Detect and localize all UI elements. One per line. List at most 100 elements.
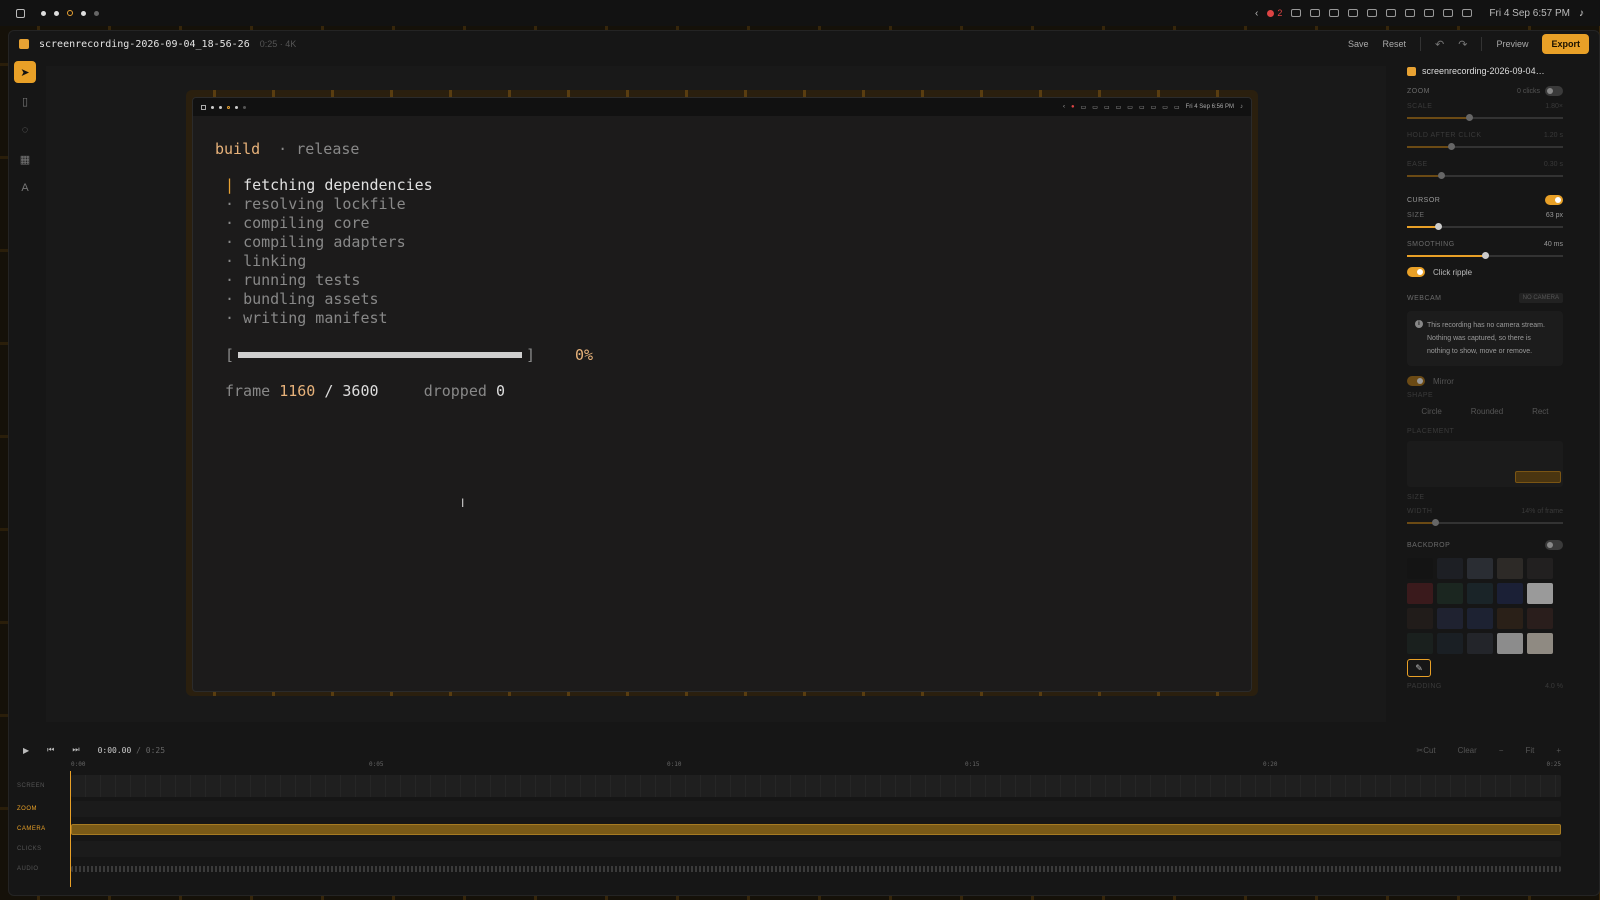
hide-icon[interactable]: ◌ (14, 119, 36, 141)
build-step: · linking (225, 252, 593, 271)
backdrop-swatch[interactable] (1437, 633, 1463, 654)
cursor-toggle[interactable] (1545, 195, 1563, 205)
save-button[interactable]: Save (1348, 39, 1369, 49)
battery-icon[interactable] (1405, 9, 1416, 17)
zoom-toggle[interactable] (1545, 86, 1563, 96)
network-icon[interactable] (1329, 9, 1340, 17)
bluetooth-icon[interactable] (1386, 9, 1397, 17)
backdrop-swatch[interactable] (1407, 583, 1433, 604)
backdrop-swatch[interactable] (1467, 608, 1493, 629)
backdrop-swatch[interactable] (1527, 583, 1553, 604)
grid-icon[interactable]: ▦ (14, 148, 36, 170)
build-step: · running tests (225, 271, 593, 290)
shape-option[interactable]: Rounded (1471, 407, 1503, 416)
backdrop-swatch[interactable] (1527, 633, 1553, 654)
backdrop-swatch[interactable] (1527, 558, 1553, 579)
backdrop-swatch[interactable] (1497, 583, 1523, 604)
camera-icon[interactable] (1348, 9, 1359, 17)
playhead[interactable] (70, 771, 71, 887)
notification-icon[interactable] (1267, 9, 1275, 17)
ease-slider[interactable] (1407, 172, 1563, 179)
timeline-track: ZOOM (9, 799, 1561, 819)
workspace-dot[interactable] (94, 10, 99, 16)
backdrop-swatch[interactable] (1407, 558, 1433, 579)
placement-grid[interactable] (1407, 441, 1563, 487)
backdrop-swatch[interactable] (1437, 558, 1463, 579)
track-lane[interactable] (71, 801, 1561, 817)
shape-option[interactable]: Circle (1421, 407, 1441, 416)
backdrop-swatch[interactable] (1497, 558, 1523, 579)
smoothing-slider[interactable] (1407, 252, 1563, 259)
track-lane[interactable] (71, 866, 1561, 872)
fullscreen-icon[interactable] (16, 8, 25, 18)
step-text: running tests (243, 271, 361, 289)
backdrop-swatch[interactable] (1437, 608, 1463, 629)
cloud-icon[interactable] (1367, 9, 1378, 17)
backdrop-swatch[interactable] (1497, 608, 1523, 629)
mirror-toggle[interactable] (1407, 376, 1425, 386)
fit-button[interactable]: Fit (1525, 746, 1534, 755)
backdrop-swatch[interactable] (1497, 633, 1523, 654)
export-button[interactable]: Export (1542, 34, 1589, 54)
shape-label: SHAPE (1407, 392, 1434, 399)
play-icon[interactable]: ▶ (23, 746, 29, 755)
step-text: bundling assets (243, 290, 379, 308)
time-ruler[interactable]: 0:00 0:05 0:10 0:15 0:20 0:25 (71, 761, 1561, 773)
width-slider[interactable] (1407, 519, 1563, 526)
reset-button[interactable]: Reset (1383, 39, 1407, 49)
clear-button[interactable]: Clear (1458, 746, 1477, 755)
webcam-label: WEBCAM (1407, 294, 1442, 302)
build-steps: | fetching dependencies · resolving lockf… (225, 176, 593, 328)
bell-icon[interactable]: ♪ (1579, 8, 1584, 19)
track-lane[interactable] (71, 841, 1561, 857)
cut-button[interactable]: ✂Cut (1416, 746, 1435, 755)
notification-count: 2 (1277, 8, 1283, 18)
clock[interactable]: Fri 4 Sep 6:57 PM (1489, 8, 1570, 19)
backdrop-label: BACKDROP (1407, 541, 1451, 549)
preview-button[interactable]: Preview (1496, 39, 1528, 49)
workspace-dot[interactable] (41, 10, 46, 16)
zoom-in-button[interactable]: + (1556, 746, 1561, 755)
backdrop-swatch[interactable] (1527, 608, 1553, 629)
pointer-icon[interactable]: ➤ (14, 61, 36, 83)
divider (1420, 37, 1422, 51)
placement-position[interactable] (1515, 471, 1561, 483)
step-marker: · (225, 252, 235, 270)
skip-back-icon[interactable]: ⏮ (47, 745, 54, 755)
redo-icon[interactable]: ↷ (1458, 38, 1467, 51)
backdrop-swatch[interactable] (1467, 583, 1493, 604)
scale-slider[interactable] (1407, 114, 1563, 121)
width-value: 14% of frame (1521, 508, 1563, 515)
volume-icon[interactable] (1424, 9, 1435, 17)
text-icon[interactable]: A (14, 177, 36, 199)
backdrop-swatch[interactable] (1467, 633, 1493, 654)
eyedropper-icon[interactable]: ✎ (1407, 659, 1431, 677)
undo-icon[interactable]: ↶ (1435, 38, 1444, 51)
click-ripple-toggle[interactable] (1407, 267, 1425, 277)
backdrop-swatch[interactable] (1467, 558, 1493, 579)
track-lane[interactable] (71, 823, 1561, 835)
backdrop-toggle[interactable] (1545, 540, 1563, 550)
preview-canvas[interactable]: ‹ ● ▭ ▭ ▭ ▭ ▭ ▭ ▭ ▭ ▭ Fri 4 Sep 6:56 PM ♪ build · … (46, 66, 1386, 722)
display-icon[interactable] (1310, 9, 1321, 17)
crop-icon[interactable]: ▯ (14, 90, 36, 112)
step-text: compiling core (243, 214, 370, 232)
shape-selector[interactable]: Circle Rounded Rect (1407, 407, 1563, 416)
backdrop-swatch[interactable] (1407, 608, 1433, 629)
workspace-dot-active[interactable] (67, 10, 73, 16)
track-lane[interactable] (71, 775, 1561, 797)
activity-icon[interactable] (1291, 9, 1302, 17)
backdrop-swatch[interactable] (1437, 583, 1463, 604)
zoom-out-button[interactable]: − (1499, 746, 1504, 755)
size-slider[interactable] (1407, 223, 1563, 230)
workspace-dot[interactable] (54, 10, 59, 16)
backdrop-swatch[interactable] (1407, 633, 1433, 654)
shape-option[interactable]: Rect (1532, 407, 1548, 416)
settings-icon[interactable] (1462, 9, 1473, 17)
hold-slider[interactable] (1407, 143, 1563, 150)
workspace-dot[interactable] (81, 10, 86, 16)
recording-frame[interactable]: ‹ ● ▭ ▭ ▭ ▭ ▭ ▭ ▭ ▭ ▭ Fri 4 Sep 6:56 PM ♪ build · … (192, 97, 1252, 692)
skip-forward-icon[interactable]: ⏭ (72, 745, 79, 755)
chevron-left-icon[interactable]: ‹ (1255, 8, 1258, 19)
monitor-icon[interactable] (1443, 9, 1454, 17)
